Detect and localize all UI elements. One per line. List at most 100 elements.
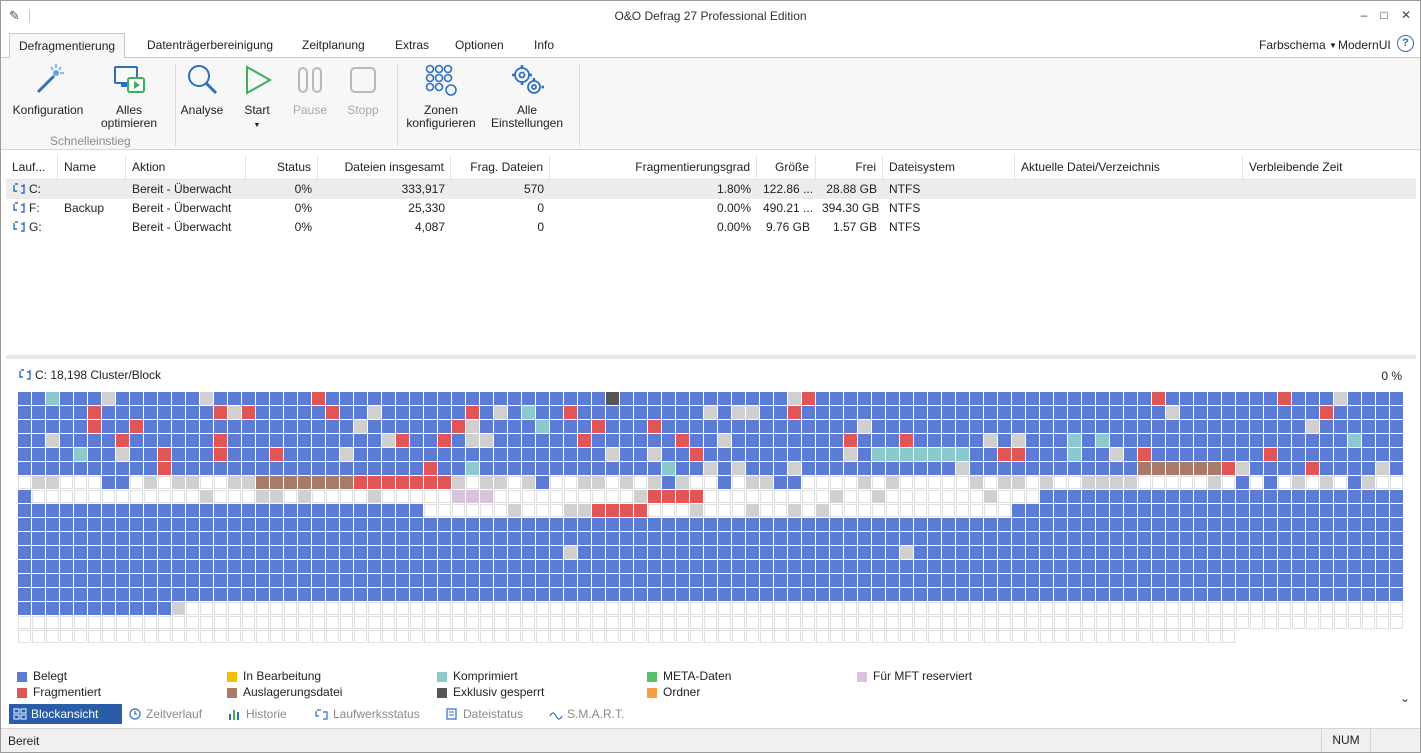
cluster-block <box>256 574 269 587</box>
cluster-block <box>1166 434 1179 447</box>
cluster-block <box>1278 476 1291 489</box>
cluster-block <box>186 546 199 559</box>
cluster-block <box>732 420 745 433</box>
tab-info[interactable]: Info <box>534 38 554 52</box>
tab-historie[interactable]: Historie <box>228 704 287 724</box>
help-icon[interactable]: ? <box>1397 35 1414 52</box>
col-groesse[interactable]: Größe <box>757 155 816 180</box>
cluster-block <box>508 574 521 587</box>
cluster-block <box>886 420 899 433</box>
cluster-block <box>732 434 745 447</box>
cluster-block <box>1166 392 1179 405</box>
cluster-block <box>746 406 759 419</box>
col-laufwerk[interactable]: Lauf... <box>6 155 58 180</box>
start-button[interactable]: Start ▼ <box>237 62 277 132</box>
cluster-block <box>312 560 325 573</box>
table-row[interactable]: G: Bereit - Überwacht 0% 4,087 0 0.00% 9… <box>6 218 1416 237</box>
stopp-button[interactable]: Stopp <box>343 62 383 117</box>
cluster-block <box>592 406 605 419</box>
col-dateisystem[interactable]: Dateisystem <box>883 155 1015 180</box>
cluster-block-map[interactable] <box>18 392 1408 644</box>
cluster-block <box>424 602 437 615</box>
cluster-block <box>60 560 73 573</box>
cluster-block <box>130 462 143 475</box>
cluster-block <box>200 630 213 643</box>
col-frag-dateien[interactable]: Frag. Dateien <box>451 155 550 180</box>
konfiguration-button[interactable]: Konfiguration <box>10 62 86 117</box>
cluster-block <box>578 434 591 447</box>
analyse-button[interactable]: Analyse <box>179 62 225 117</box>
cluster-block <box>886 518 899 531</box>
cluster-block <box>1236 420 1249 433</box>
cluster-block <box>774 462 787 475</box>
tab-dateistatus[interactable]: Dateistatus <box>445 704 523 724</box>
cluster-block <box>1194 602 1207 615</box>
cluster-block <box>634 462 647 475</box>
chevron-down-icon[interactable]: ⌄ <box>1400 691 1410 705</box>
col-aktuelle-datei[interactable]: Aktuelle Datei/Verzeichnis <box>1015 155 1243 180</box>
tab-datentraegerbereinigung[interactable]: Datenträgerbereinigung <box>147 38 273 52</box>
legend-swatch <box>17 688 27 698</box>
cluster-block <box>494 588 507 601</box>
cluster-block <box>1264 602 1277 615</box>
minimize-button[interactable]: – <box>1356 8 1372 22</box>
cluster-block <box>1376 420 1389 433</box>
color-scheme-label: Farbschema <box>1259 38 1326 52</box>
col-aktion[interactable]: Aktion <box>126 155 246 180</box>
cluster-block <box>312 490 325 503</box>
cluster-block <box>1054 574 1067 587</box>
col-name[interactable]: Name <box>58 155 126 180</box>
tab-optionen[interactable]: Optionen <box>455 38 504 52</box>
table-row[interactable]: C: Bereit - Überwacht 0% 333,917 570 1.8… <box>6 180 1416 199</box>
col-frei[interactable]: Frei <box>816 155 883 180</box>
cluster-block <box>704 392 717 405</box>
cluster-block <box>774 588 787 601</box>
color-scheme-dropdown[interactable]: Farbschema ▼ <box>1259 38 1337 52</box>
cluster-block <box>88 420 101 433</box>
cluster-block <box>368 476 381 489</box>
col-dateien[interactable]: Dateien insgesamt <box>318 155 451 180</box>
tab-extras[interactable]: Extras <box>395 38 429 52</box>
cluster-block <box>760 560 773 573</box>
cluster-block <box>1152 476 1165 489</box>
cluster-block <box>746 560 759 573</box>
col-verbleibende-zeit[interactable]: Verbleibende Zeit <box>1243 155 1416 180</box>
cluster-block <box>1180 560 1193 573</box>
tab-zeitplanung[interactable]: Zeitplanung <box>302 38 365 52</box>
cluster-block <box>802 616 815 629</box>
tab-smart[interactable]: S.M.A.R.T. <box>549 704 624 724</box>
cluster-block <box>1306 588 1319 601</box>
cluster-block <box>536 448 549 461</box>
cluster-block <box>550 518 563 531</box>
cluster-block <box>102 532 115 545</box>
splitter[interactable] <box>6 355 1416 359</box>
cluster-block <box>172 448 185 461</box>
tab-zeitverlauf[interactable]: Zeitverlauf <box>128 704 202 724</box>
cluster-block <box>578 616 591 629</box>
cluster-block <box>354 574 367 587</box>
tab-laufwerksstatus[interactable]: Laufwerksstatus <box>315 704 420 724</box>
table-row[interactable]: F: Backup Bereit - Überwacht 0% 25,330 0… <box>6 199 1416 218</box>
col-status[interactable]: Status <box>246 155 318 180</box>
alles-optimieren-button[interactable]: Alles optimieren <box>94 62 164 130</box>
cluster-block <box>130 420 143 433</box>
col-fragmentierungsgrad[interactable]: Fragmentierungsgrad <box>550 155 757 180</box>
alle-einstellungen-button[interactable]: Alle Einstellungen <box>488 62 566 130</box>
cluster-block <box>354 616 367 629</box>
close-button[interactable]: ✕ <box>1398 8 1414 22</box>
cluster-block <box>1362 574 1375 587</box>
pause-button[interactable]: Pause <box>290 62 330 117</box>
tab-defragmentierung[interactable]: Defragmentierung <box>9 33 126 59</box>
cluster-block <box>1110 392 1123 405</box>
cluster-block <box>1026 630 1039 643</box>
cluster-block <box>550 420 563 433</box>
cluster-block <box>1320 392 1333 405</box>
cluster-block <box>256 518 269 531</box>
maximize-button[interactable]: □ <box>1376 8 1392 22</box>
tab-blockansicht[interactable]: Blockansicht <box>9 704 122 724</box>
zonen-konfigurieren-button[interactable]: Zonen konfigurieren <box>403 62 479 130</box>
start-dropdown-icon[interactable]: ▼ <box>254 122 261 129</box>
cluster-block <box>984 574 997 587</box>
cluster-block <box>242 574 255 587</box>
cluster-block <box>256 504 269 517</box>
